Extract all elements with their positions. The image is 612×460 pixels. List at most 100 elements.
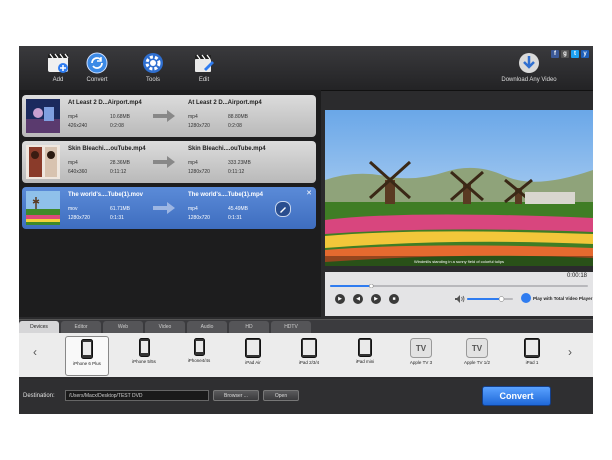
- device-iphone-6-plus[interactable]: iPhone 6 Plus: [65, 336, 109, 376]
- ipad-icon: [245, 338, 261, 358]
- appletv-icon: TV: [466, 338, 488, 358]
- device-ipad-air[interactable]: iPad Air: [232, 336, 274, 374]
- convert-toolbar-button[interactable]: Convert: [75, 49, 119, 89]
- tab-audio[interactable]: Audio: [187, 321, 227, 333]
- output-size: 88.80MB: [228, 114, 249, 120]
- add-video-icon: [48, 53, 69, 73]
- video-thumbnail: [26, 191, 60, 225]
- app-window: Add Convert Tools Edit Download Any Vide…: [19, 46, 593, 414]
- arrow-right-icon: [153, 110, 175, 122]
- convert-button[interactable]: Convert: [482, 386, 551, 406]
- device-apple-tv-3[interactable]: TV Apple TV 3: [400, 336, 442, 374]
- output-duration: 0:11:12: [228, 169, 245, 175]
- bottom-bar: Destination: /Users/Macx/Desktop/TEST DV…: [19, 379, 593, 414]
- output-size: 45.49MB: [228, 206, 249, 212]
- device-apple-tv-12[interactable]: TV Apple TV 1/2: [456, 336, 498, 374]
- svg-text:TV: TV: [472, 344, 483, 353]
- source-duration: 0:1:31: [110, 215, 124, 221]
- output-duration: 0:2:08: [228, 123, 242, 129]
- output-format: mp4: [188, 160, 198, 166]
- file-row-selected[interactable]: The world's....Tube(1).mov mov 61.71MB 1…: [22, 187, 316, 229]
- download-icon: [519, 53, 539, 73]
- tab-hdtv[interactable]: HDTV: [271, 321, 311, 333]
- svg-text:TV: TV: [416, 344, 427, 353]
- edit-pencil-icon[interactable]: [275, 201, 291, 217]
- tab-web[interactable]: Web: [103, 321, 143, 333]
- scroll-left-icon[interactable]: ‹: [33, 345, 37, 359]
- device-iphone-5[interactable]: iPhone 5/5s: [123, 336, 165, 374]
- source-duration: 0:11:12: [110, 169, 127, 175]
- seek-handle[interactable]: [369, 284, 374, 288]
- device-strip: ‹ › iPhone 6 Plus iPhone 5/5s iPhone4/4s…: [19, 333, 593, 377]
- scroll-right-icon[interactable]: ›: [568, 345, 572, 359]
- stop-button[interactable]: ■: [389, 294, 399, 304]
- volume-slider[interactable]: [467, 296, 513, 302]
- device-ipad-mini[interactable]: iPad mini: [344, 336, 386, 374]
- video-preview: Windmills standing in a sunny field of c…: [325, 110, 593, 266]
- source-size: 61.71MB: [110, 206, 131, 212]
- edit-label: Edit: [198, 77, 210, 83]
- source-resolution: 640x360: [68, 169, 88, 175]
- convert-icon: [86, 52, 108, 74]
- tab-video[interactable]: Video: [145, 321, 185, 333]
- file-list: At Least 2 D...Airport.mp4 mp4 10.68MB 4…: [19, 90, 321, 317]
- iphone-icon: [81, 339, 93, 359]
- output-size: 333.23MB: [228, 160, 251, 166]
- device-ipad-1[interactable]: iPad 1: [511, 336, 553, 374]
- output-duration: 0:1:31: [228, 215, 242, 221]
- browse-button[interactable]: Browser ...: [213, 390, 259, 401]
- arrow-right-icon: [153, 156, 175, 168]
- source-resolution: 1280x720: [68, 215, 90, 221]
- output-filename: Skin Bleachi....ouTube.mp4: [188, 146, 266, 152]
- tools-label: Tools: [145, 77, 160, 83]
- output-format: mp4: [188, 114, 198, 120]
- output-resolution: 1280x720: [188, 169, 210, 175]
- file-row[interactable]: At Least 2 D...Airport.mp4 mp4 10.68MB 4…: [22, 95, 316, 137]
- source-filename: The world's....Tube(1).mov: [68, 192, 143, 198]
- profile-tabs: Devices Editor Web Video Audio HD HDTV: [19, 319, 593, 334]
- source-resolution: 426x240: [68, 123, 88, 129]
- twitter-icon[interactable]: t: [571, 50, 579, 58]
- play-button[interactable]: ▶: [335, 294, 345, 304]
- output-filename: The world's....Tube(1).mp4: [188, 192, 263, 198]
- preview-frame: Windmills standing in a sunny field of c…: [325, 110, 593, 266]
- tools-button[interactable]: Tools: [131, 49, 175, 89]
- convert-toolbar-label: Convert: [86, 77, 108, 83]
- toolbar: Add Convert Tools Edit Download Any Vide…: [19, 46, 593, 91]
- google-icon[interactable]: g: [561, 50, 569, 58]
- source-format: mp4: [68, 160, 78, 166]
- youtube-icon[interactable]: y: [581, 50, 589, 58]
- tab-devices[interactable]: Devices: [19, 321, 59, 333]
- open-button[interactable]: Open: [263, 390, 299, 401]
- previous-button[interactable]: ◀: [353, 294, 363, 304]
- volume-icon[interactable]: [455, 295, 465, 303]
- iphone-icon: [138, 338, 150, 357]
- arrow-right-icon: [153, 202, 175, 214]
- file-row[interactable]: Skin Bleachi....ouTube.mp4 mp4 28.36MB 6…: [22, 141, 316, 183]
- device-iphone-4[interactable]: iPhone4/4s: [178, 336, 220, 374]
- ipad-icon: [358, 338, 372, 357]
- seek-progress: [330, 285, 372, 287]
- output-resolution: 1280x720: [188, 215, 210, 221]
- ipad-icon: [524, 338, 540, 358]
- output-filename: At Least 2 D...Airport.mp4: [188, 100, 262, 106]
- iphone-icon: [193, 338, 205, 356]
- airplay-icon[interactable]: [521, 293, 531, 303]
- facebook-icon[interactable]: f: [551, 50, 559, 58]
- tab-editor[interactable]: Editor: [61, 321, 101, 333]
- seek-bar[interactable]: [330, 284, 588, 288]
- next-button[interactable]: ▶: [371, 294, 381, 304]
- device-ipad-234[interactable]: iPad 2/3/4: [288, 336, 330, 374]
- source-size: 10.68MB: [110, 114, 131, 120]
- volume-handle[interactable]: [498, 296, 505, 302]
- output-resolution: 1280x720: [188, 123, 210, 129]
- video-thumbnail: [26, 99, 60, 133]
- video-thumbnail: [26, 145, 60, 179]
- destination-path-field[interactable]: /Users/Macx/Desktop/TEST DVD: [65, 390, 209, 401]
- airplay-label[interactable]: Play with Total Video Player: [533, 296, 592, 301]
- add-button[interactable]: Add: [36, 49, 80, 89]
- destination-label: Destination:: [23, 393, 55, 399]
- tab-hd[interactable]: HD: [229, 321, 269, 333]
- edit-button[interactable]: Edit: [182, 49, 226, 89]
- close-icon[interactable]: ✕: [306, 189, 312, 197]
